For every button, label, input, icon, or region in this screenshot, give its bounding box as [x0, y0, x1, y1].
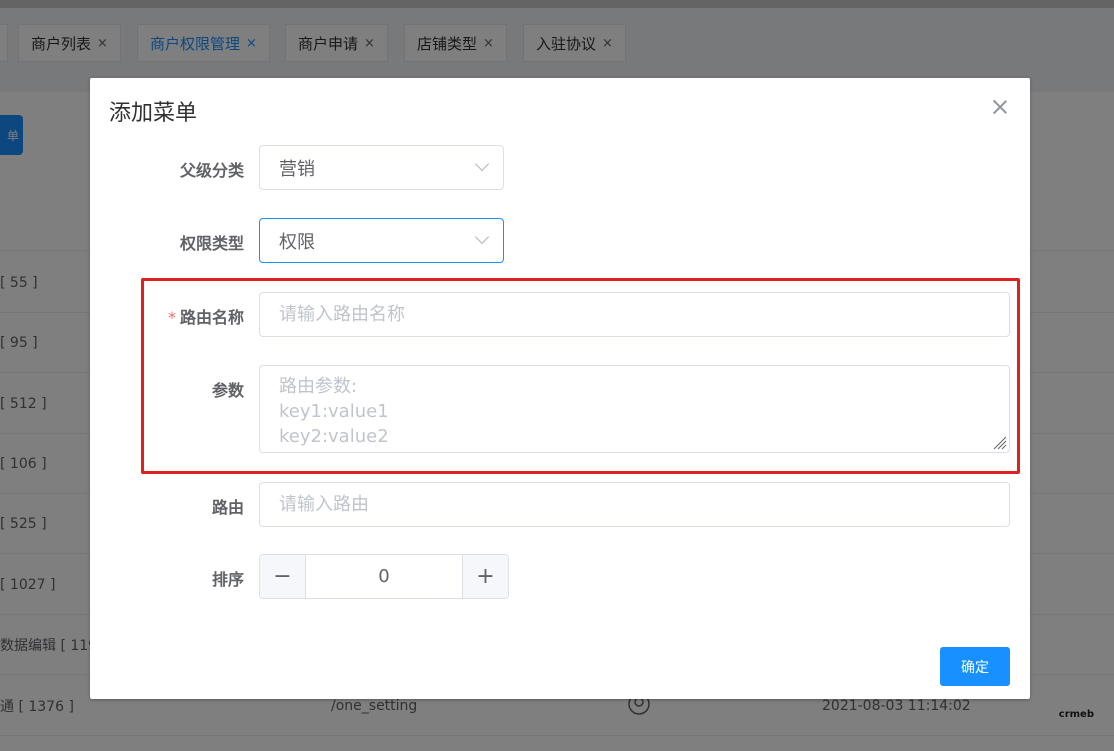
parent-category-label: 父级分类 — [179, 161, 244, 180]
add-menu-dialog: 添加菜单 父级分类 营销 权限类型 权限 *路由名称 参数 路由参数: key1… — [90, 78, 1030, 699]
route-label: 路由 — [211, 498, 244, 517]
select-value: 权限 — [279, 231, 315, 253]
select-value: 营销 — [279, 158, 315, 180]
confirm-button[interactable]: 确定 — [940, 647, 1010, 686]
decrement-button[interactable]: − — [260, 555, 306, 598]
permission-type-select[interactable]: 权限 — [259, 218, 504, 263]
close-icon[interactable] — [992, 99, 1008, 115]
highlight-box — [141, 278, 1020, 474]
parent-category-select[interactable]: 营销 — [259, 145, 504, 190]
permission-type-label: 权限类型 — [179, 234, 244, 253]
sort-label: 排序 — [211, 570, 244, 589]
sort-value[interactable]: 0 — [306, 555, 462, 598]
chevron-down-icon — [474, 229, 490, 245]
chevron-down-icon — [474, 156, 490, 172]
sort-stepper: − 0 + — [259, 554, 509, 599]
route-input[interactable] — [259, 482, 1010, 527]
increment-button[interactable]: + — [462, 555, 508, 598]
dialog-title: 添加菜单 — [109, 101, 198, 126]
